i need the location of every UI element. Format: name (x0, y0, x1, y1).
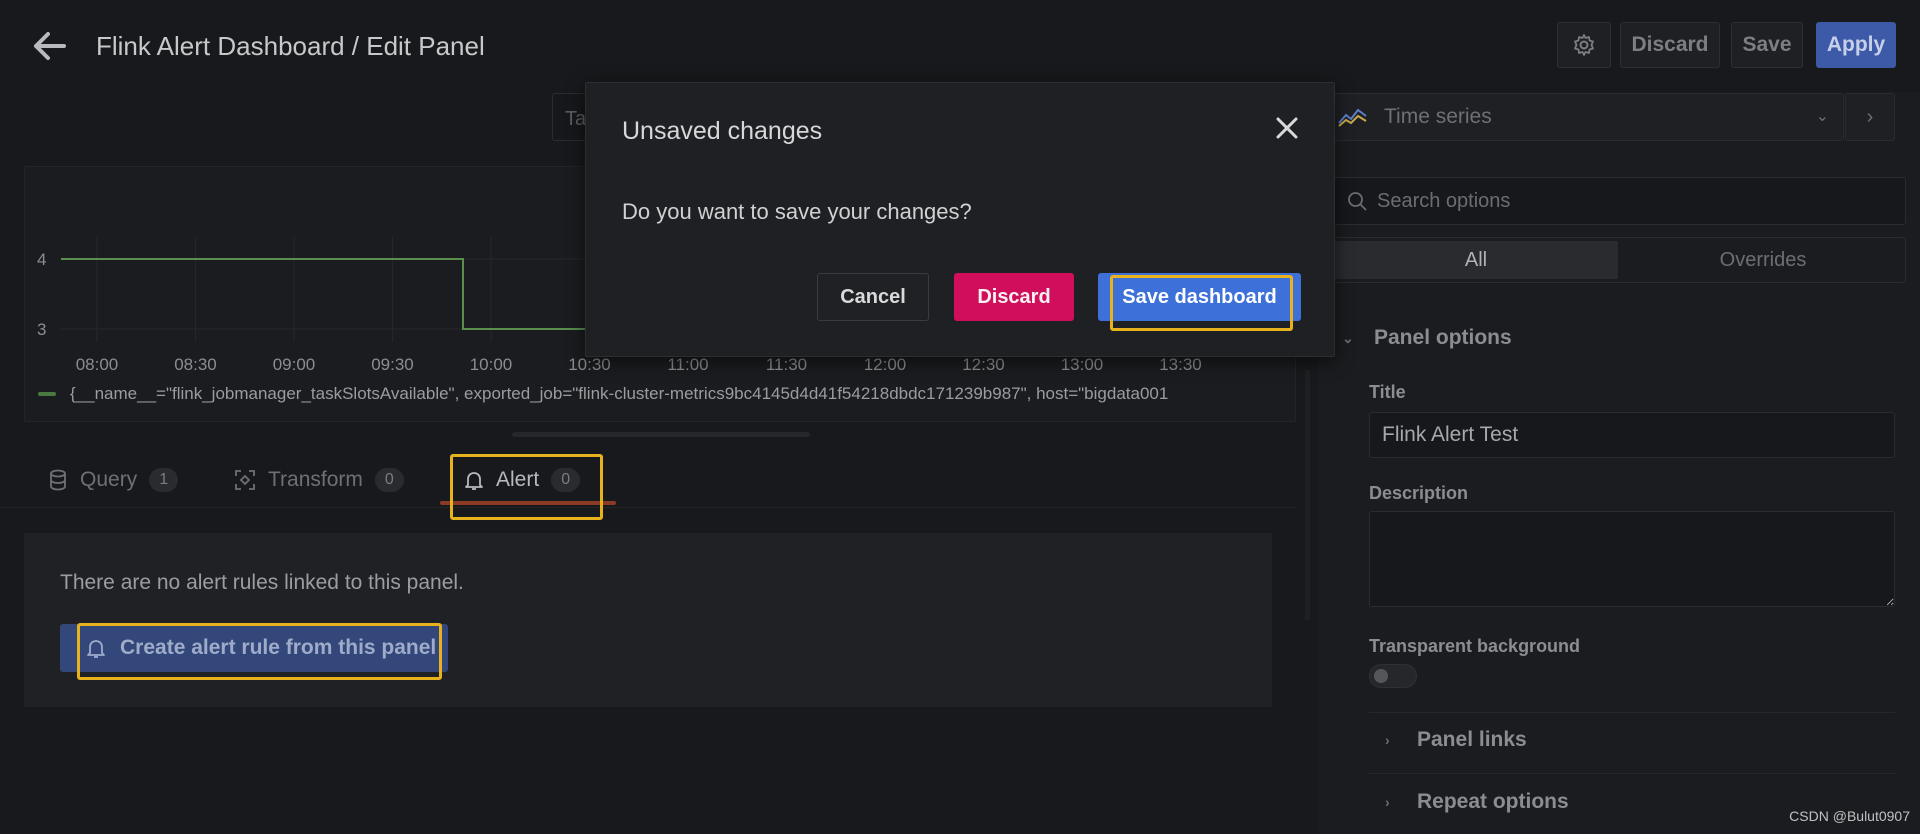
highlight-box-alert-tab (450, 454, 603, 520)
x-tick-label: 11:30 (766, 355, 807, 374)
panel-description-input[interactable] (1369, 511, 1895, 607)
no-alert-rules-message: There are no alert rules linked to this … (60, 571, 464, 594)
watermark: CSDN @Bulut0907 (1789, 808, 1910, 824)
database-icon (50, 469, 66, 491)
repeat-options-heading: Repeat options (1417, 790, 1569, 813)
y-tick-label: 3 (37, 320, 46, 339)
graph-legend[interactable]: {__name__="flink_jobmanager_taskSlotsAva… (38, 384, 1168, 404)
x-tick-label: 08:00 (76, 355, 119, 374)
tab-transform[interactable]: Transform 0 (234, 452, 404, 508)
tab-transform-count: 0 (374, 468, 404, 492)
close-icon[interactable] (1272, 113, 1302, 143)
x-tick-label: 13:30 (1159, 355, 1202, 374)
y-tick-label: 4 (37, 250, 46, 269)
tabs-divider (0, 507, 1296, 508)
chevron-right-icon: › (1385, 794, 1390, 810)
x-tick-label: 10:30 (568, 355, 611, 374)
toggle-knob (1374, 669, 1388, 683)
panel-links-heading: Panel links (1417, 728, 1527, 751)
x-tick-label: 09:00 (273, 355, 316, 374)
legend-color-swatch (38, 392, 56, 396)
alert-panel: There are no alert rules linked to this … (24, 533, 1272, 707)
editor-tabs: Query 1 Transform 0 Alert 0 (0, 452, 1296, 508)
x-tick-label: 10:00 (470, 355, 513, 374)
section-divider (1369, 773, 1895, 774)
chevron-down-icon: ⌄ (1815, 108, 1829, 125)
highlight-box-create-alert (77, 623, 442, 680)
section-divider (1369, 712, 1895, 713)
filter-all[interactable]: All (1334, 241, 1618, 279)
visualization-picker[interactable]: Time series ⌄ (1329, 93, 1844, 141)
tab-query-count: 1 (149, 468, 179, 492)
pane-splitter[interactable] (1305, 370, 1310, 620)
time-series-icon (1338, 108, 1367, 127)
modal-discard-button[interactable]: Discard (954, 273, 1074, 321)
panel-title-input[interactable] (1369, 412, 1895, 458)
page-title: Flink Alert Dashboard / Edit Panel (96, 31, 485, 61)
x-tick-label: 13:00 (1061, 355, 1104, 374)
x-tick-label: 08:30 (174, 355, 217, 374)
gear-icon (1574, 34, 1594, 56)
options-filter-toggle: All Overrides (1330, 237, 1906, 283)
modal-title: Unsaved changes (622, 117, 823, 145)
apply-button[interactable]: Apply (1816, 22, 1896, 68)
panel-options-heading: Panel options (1374, 326, 1512, 349)
chevron-right-icon: › (1385, 732, 1390, 748)
panel-links-section[interactable]: › Panel links (1385, 728, 1527, 752)
x-tick-label: 11:00 (667, 355, 708, 374)
discard-button[interactable]: Discard (1620, 22, 1720, 68)
x-tick-label: 12:30 (962, 355, 1005, 374)
x-tick-label: 09:30 (371, 355, 414, 374)
highlight-box-save-dashboard (1110, 275, 1293, 331)
title-field-label: Title (1369, 382, 1406, 402)
search-options-box[interactable] (1330, 177, 1906, 225)
tab-transform-label: Transform (268, 468, 363, 491)
filter-overrides[interactable]: Overrides (1621, 238, 1905, 282)
search-options-input[interactable] (1377, 189, 1877, 213)
save-button[interactable]: Save (1731, 22, 1803, 68)
chevron-right-icon[interactable]: › (1845, 93, 1895, 141)
x-tick-label: 12:00 (864, 355, 907, 374)
transform-icon (235, 470, 255, 490)
description-field-label: Description (1369, 483, 1469, 503)
modal-message: Do you want to save your changes? (622, 199, 972, 224)
top-bar: Flink Alert Dashboard / Edit Panel Disca… (0, 0, 1920, 92)
transparent-background-label: Transparent background (1369, 636, 1581, 656)
resize-handle[interactable] (512, 432, 810, 437)
search-icon (1348, 192, 1367, 211)
legend-series-label: {__name__="flink_jobmanager_taskSlotsAva… (70, 384, 1169, 403)
back-arrow-icon[interactable] (30, 28, 70, 64)
panel-options-section[interactable]: ⌄ Panel options (1342, 326, 1512, 350)
visualization-label: Time series (1384, 105, 1492, 128)
transparent-background-toggle[interactable] (1369, 664, 1417, 688)
chevron-down-icon: ⌄ (1342, 329, 1354, 346)
settings-button[interactable] (1557, 22, 1611, 68)
repeat-options-section[interactable]: › Repeat options (1385, 790, 1569, 814)
tab-query[interactable]: Query 1 (48, 452, 179, 508)
tab-query-label: Query (80, 468, 138, 491)
cancel-button[interactable]: Cancel (817, 273, 929, 321)
